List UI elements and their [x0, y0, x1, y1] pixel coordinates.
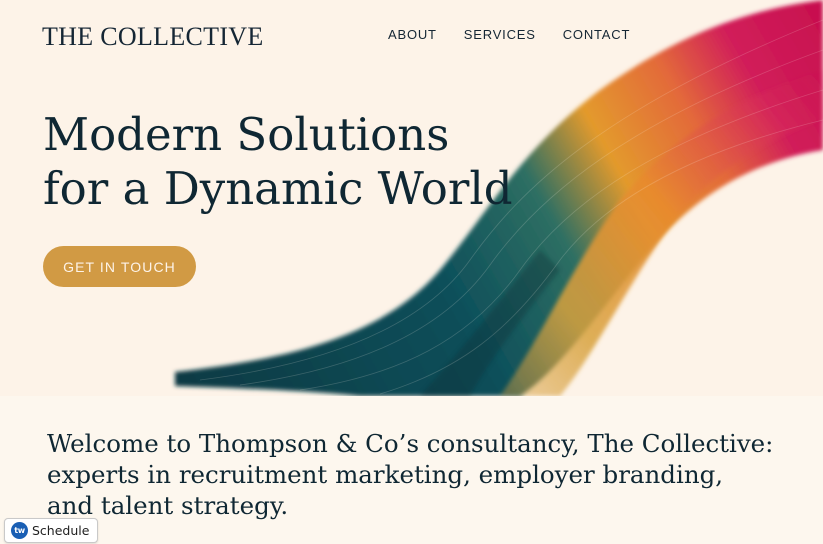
page: THE COLLECTIVE ABOUT SERVICES CONTACT Mo… [0, 0, 823, 544]
intro-line-1: Welcome to Thompson & Co’s consultancy, … [47, 429, 774, 458]
site-logo[interactable]: THE COLLECTIVE [42, 22, 264, 52]
main-nav: ABOUT SERVICES CONTACT [388, 27, 630, 42]
tw-logo-icon: tw [11, 522, 28, 539]
nav-link-about[interactable]: ABOUT [388, 27, 437, 42]
intro-line-3: and talent strategy. [47, 491, 289, 520]
get-in-touch-button[interactable]: GET IN TOUCH [43, 246, 196, 287]
schedule-widget-button[interactable]: tw Schedule [4, 518, 99, 543]
intro-paragraph: Welcome to Thompson & Co’s consultancy, … [47, 428, 774, 521]
hero-headline-line-2: for a Dynamic World [43, 162, 513, 215]
intro-section: Welcome to Thompson & Co’s consultancy, … [0, 396, 823, 544]
hero-section: THE COLLECTIVE ABOUT SERVICES CONTACT Mo… [0, 0, 823, 396]
nav-link-contact[interactable]: CONTACT [563, 27, 630, 42]
hero-headline: Modern Solutions for a Dynamic World [43, 108, 513, 216]
schedule-label: Schedule [32, 523, 90, 538]
nav-link-services[interactable]: SERVICES [464, 27, 536, 42]
intro-line-2: experts in recruitment marketing, employ… [47, 460, 724, 489]
hero-headline-line-1: Modern Solutions [43, 108, 450, 161]
